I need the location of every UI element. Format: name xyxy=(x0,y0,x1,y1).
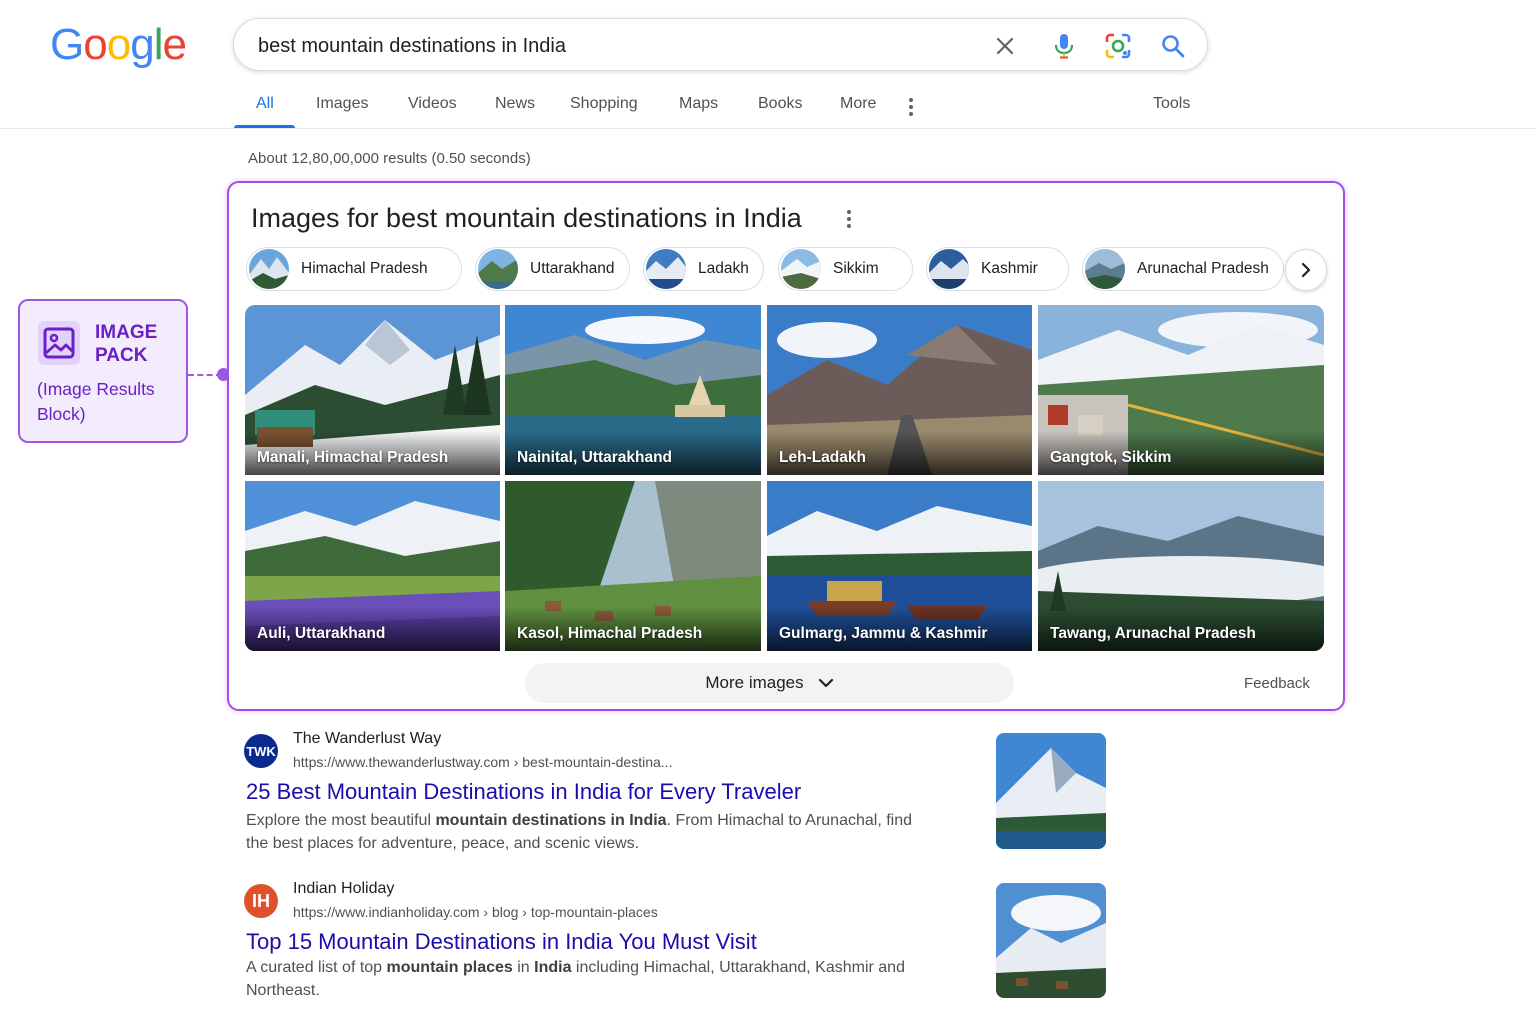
image-icon xyxy=(38,321,80,365)
chip-thumbnail xyxy=(646,249,686,289)
image-caption: Leh-Ladakh xyxy=(779,449,866,466)
logo-letter: o xyxy=(83,20,108,69)
tools-button[interactable]: Tools xyxy=(1153,95,1190,113)
mic-icon[interactable] xyxy=(1049,31,1079,61)
image-tile-auli[interactable]: Auli, Uttarakhand xyxy=(245,481,500,651)
snippet-text: in xyxy=(512,959,535,976)
lens-icon[interactable] xyxy=(1103,31,1133,61)
chip-uttarakhand[interactable]: Uttarakhand xyxy=(475,247,630,291)
callout-subtitle-line: Block) xyxy=(37,404,86,424)
active-tab-indicator xyxy=(234,125,295,128)
logo-letter: e xyxy=(162,20,187,69)
image-caption: Kasol, Himachal Pradesh xyxy=(517,625,703,642)
chip-label: Sikkim xyxy=(833,260,879,277)
chip-thumbnail xyxy=(1085,249,1125,289)
site-url[interactable]: https://www.thewanderlustway.com › best-… xyxy=(293,754,672,770)
result-title-link[interactable]: 25 Best Mountain Destinations in India f… xyxy=(246,779,801,805)
chip-sikkim[interactable]: Sikkim xyxy=(778,247,913,291)
image-tile-tawang[interactable]: Tawang, Arunachal Pradesh xyxy=(1038,481,1324,651)
tab-maps[interactable]: Maps xyxy=(679,95,718,113)
image-pack: Images for best mountain destinations in… xyxy=(227,181,1345,711)
chip-label: Arunachal Pradesh xyxy=(1137,260,1269,277)
callout-title-line: PACK xyxy=(95,345,148,366)
chip-thumbnail xyxy=(478,249,518,289)
tab-videos[interactable]: Videos xyxy=(408,95,457,113)
logo-letter: o xyxy=(106,20,132,69)
image-tile-manali[interactable]: Manali, Himachal Pradesh xyxy=(245,305,500,475)
search-result: IH Indian Holiday https://www.indianholi… xyxy=(244,880,1114,1014)
site-favicon: TWK xyxy=(244,734,278,768)
search-input[interactable] xyxy=(258,33,958,59)
snippet-text: Explore the most beautiful xyxy=(246,812,436,829)
chip-ladakh[interactable]: Ladakh xyxy=(643,247,764,291)
callout-subtitle-line: (Image Results xyxy=(37,379,155,399)
chip-himachal-pradesh[interactable]: Himachal Pradesh xyxy=(246,247,462,291)
search-result: TWK The Wanderlust Way https://www.thewa… xyxy=(244,730,1114,864)
image-tile-kasol[interactable]: Kasol, Himachal Pradesh xyxy=(505,481,761,651)
chip-thumbnail xyxy=(249,249,289,289)
tab-news[interactable]: News xyxy=(495,95,535,113)
tab-books[interactable]: Books xyxy=(758,95,802,113)
image-caption: Nainital, Uttarakhand xyxy=(517,449,673,466)
logo-letter: l xyxy=(153,20,164,69)
image-caption: Tawang, Arunachal Pradesh xyxy=(1050,625,1256,642)
snippet-bold: India xyxy=(534,959,572,976)
result-thumbnail[interactable] xyxy=(996,883,1106,998)
chip-kashmir[interactable]: Kashmir xyxy=(926,247,1069,291)
result-thumbnail[interactable] xyxy=(996,733,1106,849)
chip-thumbnail xyxy=(929,249,969,289)
image-tile-nainital[interactable]: Nainital, Uttarakhand xyxy=(505,305,761,475)
chip-arunachal-pradesh[interactable]: Arunachal Pradesh xyxy=(1082,247,1284,291)
google-logo[interactable]: Google xyxy=(50,20,187,70)
snippet-bold: mountain places xyxy=(386,959,513,976)
chevron-down-icon xyxy=(818,678,833,688)
more-images-label: More images xyxy=(705,673,804,692)
search-tabs: All Images Videos News Shopping Maps Boo… xyxy=(0,84,1536,129)
snippet-text: A curated list of top xyxy=(246,959,387,976)
callout-title-line: IMAGE xyxy=(95,322,158,343)
result-title-link[interactable]: Top 15 Mountain Destinations in India Yo… xyxy=(246,929,757,955)
snippet-bold: mountain destinations in India xyxy=(435,812,667,829)
image-tile-gulmarg[interactable]: Gulmarg, Jammu & Kashmir xyxy=(767,481,1032,651)
tab-images[interactable]: Images xyxy=(316,95,368,113)
callout-title: IMAGE PACK xyxy=(95,321,185,367)
image-tile-gangtok[interactable]: Gangtok, Sikkim xyxy=(1038,305,1324,475)
result-stats: About 12,80,00,000 results (0.50 seconds… xyxy=(248,150,531,167)
site-name[interactable]: The Wanderlust Way xyxy=(293,730,441,748)
chevron-right-icon[interactable] xyxy=(1285,249,1327,291)
image-caption: Gulmarg, Jammu & Kashmir xyxy=(779,625,988,642)
site-url[interactable]: https://www.indianholiday.com › blog › t… xyxy=(293,904,658,920)
callout-subtitle: (Image Results Block) xyxy=(37,377,187,427)
image-caption: Gangtok, Sikkim xyxy=(1050,449,1172,466)
tab-all[interactable]: All xyxy=(256,95,274,113)
logo-letter: g xyxy=(130,20,155,69)
chip-label: Ladakh xyxy=(698,260,749,277)
more-images-button[interactable]: More images xyxy=(525,663,1014,703)
tab-shopping[interactable]: Shopping xyxy=(570,95,638,113)
close-icon[interactable] xyxy=(990,31,1020,61)
chip-label: Himachal Pradesh xyxy=(301,260,428,277)
search-bar[interactable] xyxy=(233,18,1208,71)
chip-label: Kashmir xyxy=(981,260,1038,277)
search-icon[interactable] xyxy=(1158,31,1188,61)
logo-letter: G xyxy=(50,20,84,69)
image-caption: Manali, Himachal Pradesh xyxy=(257,449,449,466)
site-favicon: IH xyxy=(244,884,278,918)
result-snippet: Explore the most beautiful mountain dest… xyxy=(246,809,926,855)
image-tile-leh-ladakh[interactable]: Leh-Ladakh xyxy=(767,305,1032,475)
image-pack-options-icon[interactable] xyxy=(847,210,851,228)
image-pack-callout: IMAGE PACK (Image Results Block) xyxy=(18,299,188,443)
site-name[interactable]: Indian Holiday xyxy=(293,880,394,898)
chip-label: Uttarakhand xyxy=(530,260,615,277)
image-pack-title: Images for best mountain destinations in… xyxy=(251,203,802,233)
chip-thumbnail xyxy=(781,249,821,289)
more-options-icon[interactable] xyxy=(909,98,913,116)
feedback-link[interactable]: Feedback xyxy=(1244,675,1310,692)
image-caption: Auli, Uttarakhand xyxy=(257,625,386,642)
result-snippet: A curated list of top mountain places in… xyxy=(246,956,926,1002)
tab-more[interactable]: More xyxy=(840,95,876,113)
